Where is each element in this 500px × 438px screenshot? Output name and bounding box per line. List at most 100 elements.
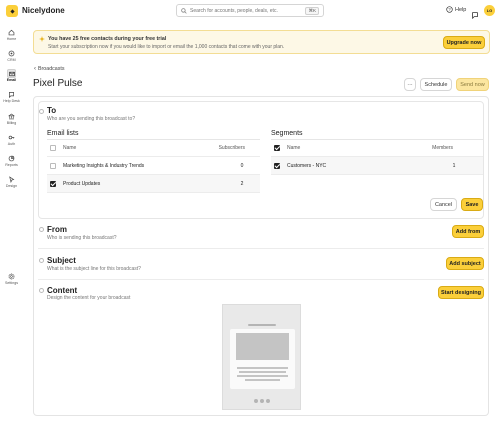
row-checkbox[interactable]	[50, 162, 56, 169]
svg-text:?: ?	[448, 7, 451, 12]
reports-icon	[8, 155, 15, 162]
chevron-left-icon: ‹	[34, 66, 36, 72]
column-subscribers: Subscribers	[218, 145, 245, 151]
select-all-checkbox[interactable]	[274, 145, 280, 151]
from-subtitle: Who is sending this broadcast?	[47, 235, 117, 241]
send-now-button[interactable]: Send now	[456, 78, 489, 91]
row-checkbox[interactable]	[274, 162, 280, 169]
sidebar-item-email[interactable]: Email	[0, 69, 23, 82]
sidebar-item-label: Email	[6, 78, 17, 82]
email-preview-placeholder	[222, 304, 301, 410]
preview-text-line	[237, 367, 288, 369]
sidebar-item-home[interactable]: Home	[0, 28, 23, 41]
select-all-checkbox[interactable]	[50, 145, 56, 151]
breadcrumb-label: Broadcasts	[38, 66, 65, 72]
billing-icon	[8, 113, 15, 120]
subject-status-icon	[39, 258, 44, 263]
content-subtitle: Design the content for your broadcast	[47, 295, 131, 301]
chat-button[interactable]	[471, 6, 479, 20]
sidebar-item-label: Billing	[6, 121, 17, 125]
sidebar-item-label: Settings	[5, 281, 18, 285]
more-options-button[interactable]: ···	[404, 78, 416, 91]
sidebar-item-auth[interactable]: Auth	[0, 133, 23, 146]
table-row[interactable]: Customers - NYC 1	[271, 157, 483, 175]
add-subject-button[interactable]: Add subject	[446, 257, 484, 270]
sidebar-item-design[interactable]: Design	[0, 175, 23, 188]
preview-social-dot	[260, 399, 264, 403]
page-title: Pixel Pulse	[33, 78, 83, 89]
segment-name: Customers - NYC	[287, 162, 327, 169]
email-lists-title: Email lists	[47, 130, 79, 137]
design-icon	[9, 176, 15, 183]
member-count: 1	[452, 162, 456, 169]
sidebar-item-crm[interactable]: CRM	[0, 49, 23, 62]
content-status-icon	[39, 288, 44, 293]
preview-text-line	[239, 371, 286, 373]
sidebar-item-reports[interactable]: Reports	[0, 154, 23, 167]
column-members: Members	[432, 145, 453, 151]
from-title: From	[47, 225, 67, 234]
search-icon	[181, 7, 187, 14]
divider	[38, 279, 484, 280]
sidebar-item-settings[interactable]: Settings	[0, 272, 23, 285]
settings-icon	[8, 273, 15, 280]
subject-title: Subject	[47, 256, 76, 265]
sparkle-icon	[39, 36, 45, 42]
content-title: Content	[47, 286, 78, 295]
table-header: Name Members	[271, 140, 483, 157]
subject-subtitle: What is the subject line for this broadc…	[47, 266, 141, 272]
to-status-icon	[39, 109, 44, 114]
crm-icon	[8, 50, 15, 57]
sidebar-item-billing[interactable]: Billing	[0, 112, 23, 125]
app-logo[interactable]	[6, 5, 18, 17]
sidebar-item-help-desk[interactable]: Help Desk	[0, 90, 23, 103]
chat-bubble-icon	[472, 12, 478, 20]
row-checkbox[interactable]	[50, 180, 56, 187]
help-icon: ?	[446, 6, 453, 13]
to-subtitle: Who are you sending this broadcast to?	[47, 116, 136, 122]
help-desk-icon	[9, 92, 14, 98]
banner-title: You have 25 free contacts during your fr…	[48, 36, 167, 42]
email-icon	[8, 71, 15, 76]
cancel-button[interactable]: Cancel	[430, 198, 457, 211]
start-designing-button[interactable]: Start designing	[438, 286, 484, 299]
breadcrumb[interactable]: ‹ Broadcasts	[34, 66, 65, 72]
avatar[interactable]: LG	[484, 5, 495, 16]
column-name: Name	[287, 145, 301, 151]
sidebar-item-label: Design	[5, 184, 18, 188]
add-from-button[interactable]: Add from	[452, 225, 484, 238]
avatar-initials: LG	[486, 8, 493, 13]
list-name: Marketing Insights & Industry Trends	[63, 162, 145, 169]
subscriber-count: 0	[240, 162, 244, 169]
table-row[interactable]: Marketing Insights & Industry Trends 0	[47, 157, 260, 175]
table-header: Name Subscribers	[47, 140, 260, 157]
search-input[interactable]	[190, 7, 306, 14]
subscriber-count: 2	[240, 180, 244, 187]
save-button[interactable]: Save	[461, 198, 483, 211]
table-row[interactable]: Product Updates 2	[47, 175, 260, 193]
schedule-button[interactable]: Schedule	[420, 78, 452, 91]
auth-icon	[8, 135, 15, 140]
divider	[38, 248, 484, 249]
preview-text-line	[237, 375, 288, 377]
logo-mark-icon	[9, 8, 15, 14]
upgrade-now-button[interactable]: Upgrade now	[443, 36, 485, 49]
from-status-icon	[39, 227, 44, 232]
preview-card	[230, 329, 295, 389]
list-name: Product Updates	[63, 180, 101, 187]
segments-title: Segments	[271, 130, 303, 137]
trial-banner: You have 25 free contacts during your fr…	[33, 30, 490, 54]
sidebar-item-label: Reports	[5, 163, 18, 167]
search-shortcut-badge: ⌘K	[305, 6, 319, 15]
preview-image	[236, 333, 289, 360]
help-button[interactable]: ? Help	[446, 6, 466, 13]
help-label: Help	[455, 6, 467, 13]
preview-social-dot	[254, 399, 258, 403]
banner-text: Start your subscription now if you would…	[48, 44, 285, 50]
app-name: Nicelydone	[22, 6, 65, 15]
search-bar[interactable]: ⌘K	[176, 4, 324, 17]
to-title: To	[47, 106, 57, 115]
sidebar-item-label: CRM	[7, 58, 16, 62]
preview-text-line	[245, 379, 280, 381]
sidebar-item-label: Auth	[7, 142, 16, 146]
